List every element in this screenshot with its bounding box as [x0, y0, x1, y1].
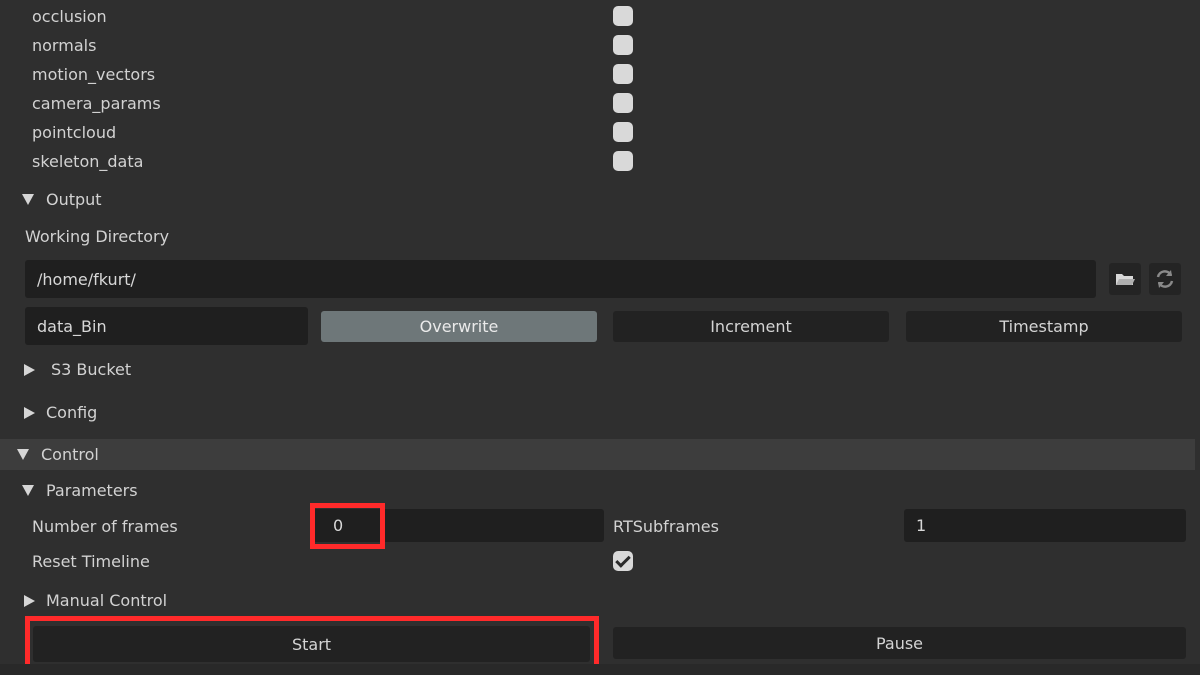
checkbox-skeleton-data[interactable] [613, 151, 633, 171]
folder-name-input[interactable]: data_Bin [25, 307, 308, 345]
expand-arrow-icon [24, 407, 35, 419]
collapse-arrow-icon [17, 449, 29, 460]
s3-bucket-title: S3 Bucket [51, 360, 132, 379]
parameters-section-header[interactable]: Parameters [18, 480, 218, 504]
collapse-arrow-icon [22, 485, 34, 496]
checkbox-motion-vectors[interactable] [613, 64, 633, 84]
overwrite-button[interactable]: Overwrite [321, 311, 597, 342]
checkbox-normals[interactable] [613, 35, 633, 55]
browse-folder-button[interactable] [1109, 263, 1141, 295]
config-section-header[interactable]: Config [18, 402, 218, 426]
working-directory-label: Working Directory [25, 227, 170, 246]
working-directory-value: /home/fkurt/ [37, 269, 136, 289]
reset-timeline-checkbox[interactable] [613, 551, 633, 571]
output-label-pointcloud: pointcloud [32, 123, 117, 142]
rt-subframes-value: 1 [916, 516, 927, 535]
output-label-skeleton-data: skeleton_data [32, 152, 144, 171]
parameters-title: Parameters [46, 481, 138, 500]
reset-timeline-label: Reset Timeline [32, 552, 150, 571]
folder-icon [1116, 274, 1135, 285]
folder-name-value: data_Bin [37, 316, 107, 336]
s3-bucket-section-header[interactable]: S3 Bucket [18, 359, 218, 383]
expand-arrow-icon [24, 595, 35, 607]
output-label-camera-params: camera_params [32, 94, 161, 113]
checkbox-camera-params[interactable] [613, 93, 633, 113]
control-section-title: Control [41, 445, 99, 464]
refresh-icon [1156, 270, 1174, 288]
number-of-frames-label: Number of frames [32, 517, 178, 536]
control-section-header[interactable]: Control [0, 439, 1195, 470]
manual-control-section-header[interactable]: Manual Control [18, 590, 238, 614]
output-section-header[interactable]: Output [18, 189, 218, 213]
highlight-box-frames [310, 503, 385, 549]
timestamp-button[interactable]: Timestamp [906, 311, 1182, 342]
rt-subframes-input[interactable]: 1 [904, 509, 1186, 542]
output-label-occlusion: occlusion [32, 7, 107, 26]
output-section-title: Output [46, 190, 102, 209]
checkbox-occlusion[interactable] [613, 6, 633, 26]
bottom-panel-edge [0, 664, 1200, 675]
increment-button[interactable]: Increment [613, 311, 889, 342]
manual-control-title: Manual Control [46, 591, 168, 610]
output-label-motion-vectors: motion_vectors [32, 65, 156, 84]
working-directory-input[interactable]: /home/fkurt/ [25, 260, 1096, 298]
refresh-button[interactable] [1149, 263, 1181, 295]
collapse-arrow-icon [22, 194, 34, 205]
output-label-normals: normals [32, 36, 97, 55]
expand-arrow-icon [24, 364, 35, 376]
checkbox-pointcloud[interactable] [613, 122, 633, 142]
rt-subframes-label: RTSubframes [613, 517, 719, 536]
config-title: Config [46, 403, 98, 422]
pause-button[interactable]: Pause [613, 627, 1186, 659]
